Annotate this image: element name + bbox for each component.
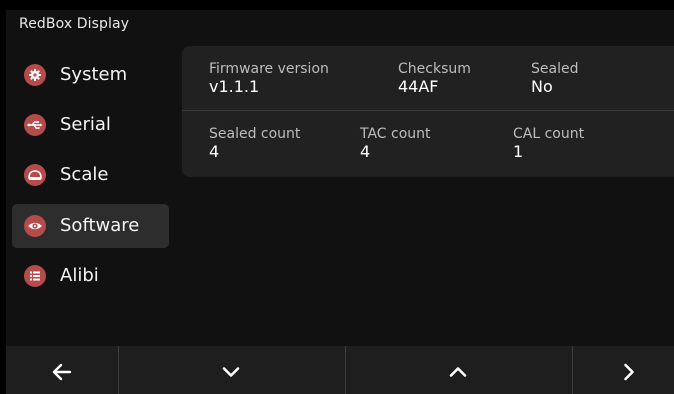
device-frame: RedBox Display System Serial Scale Softw… — [0, 0, 674, 394]
sidebar-item-alibi[interactable]: Alibi — [12, 254, 169, 298]
eye-icon — [24, 215, 46, 237]
software-info-panel: Firmware version v1.1.1 Checksum 44AF Se… — [182, 46, 674, 177]
firmware-version-label: Firmware version — [209, 61, 329, 77]
sidebar-item-system[interactable]: System — [12, 53, 169, 97]
tac-count-label: TAC count — [360, 126, 431, 142]
chevron-down-icon — [222, 367, 240, 377]
chevron-up-icon — [449, 367, 467, 377]
checksum-label: Checksum — [398, 61, 471, 77]
back-button[interactable] — [6, 346, 118, 394]
list-icon — [24, 265, 46, 287]
firmware-version-value: v1.1.1 — [209, 77, 260, 96]
scroll-up-button[interactable] — [346, 346, 572, 394]
sealed-label: Sealed — [531, 61, 579, 77]
forward-button[interactable] — [573, 346, 674, 394]
checksum-value: 44AF — [398, 77, 439, 96]
sealed-value: No — [531, 77, 553, 96]
sidebar-item-label: Scale — [60, 164, 109, 185]
app-title: RedBox Display — [19, 16, 130, 32]
cal-count-value: 1 — [513, 142, 524, 161]
gear-icon — [24, 64, 46, 86]
sidebar-item-software[interactable]: Software — [12, 204, 169, 248]
sidebar-item-label: System — [60, 64, 128, 85]
chevron-right-icon — [624, 363, 634, 381]
scale-icon — [24, 164, 46, 186]
sealed-count-value: 4 — [209, 142, 220, 161]
sidebar-item-label: Serial — [60, 114, 111, 135]
usb-icon — [24, 114, 46, 136]
tac-count-value: 4 — [360, 142, 371, 161]
sealed-count-label: Sealed count — [209, 126, 301, 142]
bottom-navigation-bar — [6, 346, 674, 394]
cal-count-label: CAL count — [513, 126, 585, 142]
sidebar-item-label: Alibi — [60, 265, 99, 286]
arrow-left-icon — [52, 363, 72, 381]
scroll-down-button[interactable] — [119, 346, 345, 394]
sidebar-item-label: Software — [60, 215, 140, 236]
divider — [182, 110, 674, 111]
sidebar-item-scale[interactable]: Scale — [12, 153, 169, 197]
sidebar-item-serial[interactable]: Serial — [12, 103, 169, 147]
screen: RedBox Display System Serial Scale Softw… — [6, 10, 674, 394]
